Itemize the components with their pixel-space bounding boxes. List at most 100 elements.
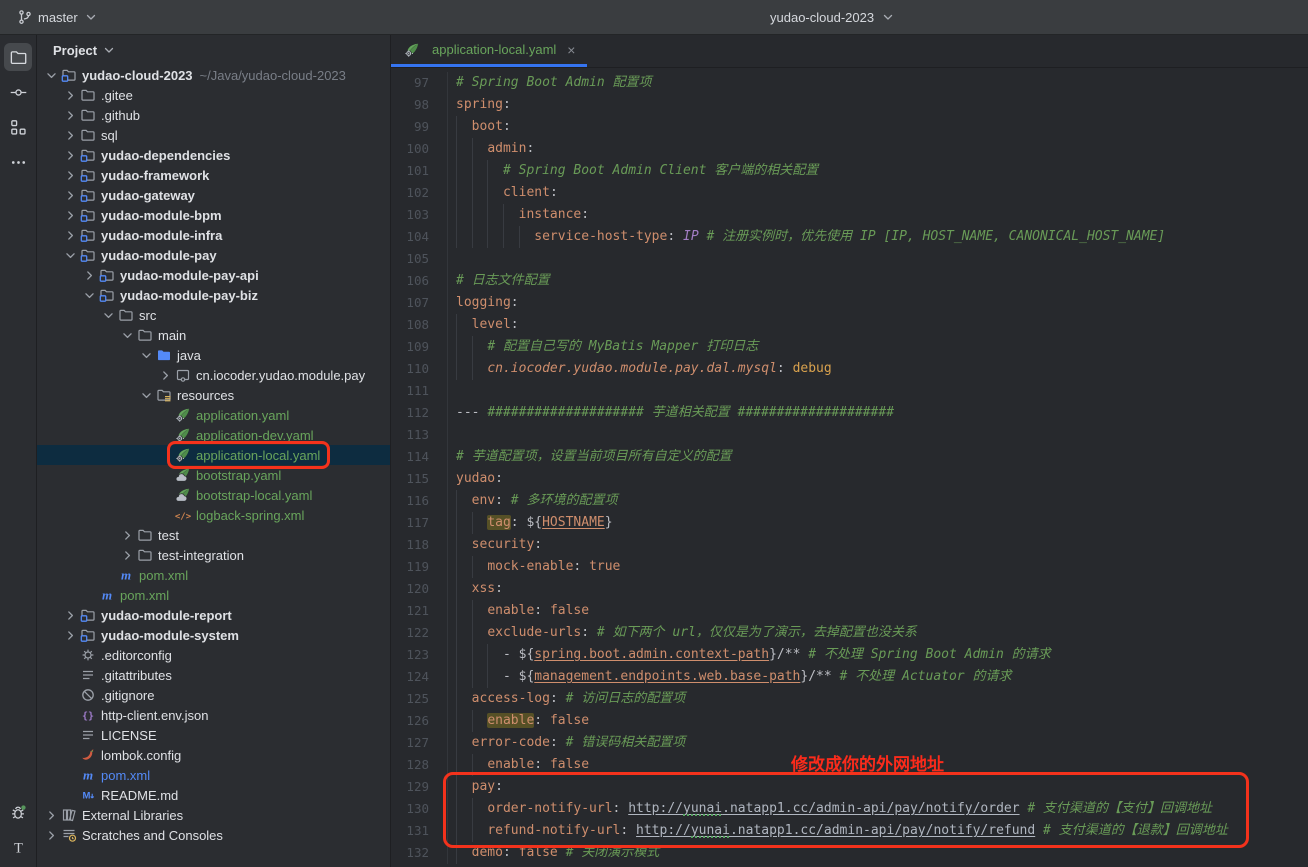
code-line-102[interactable]: 102 client: bbox=[391, 182, 1308, 204]
chevron-right-icon[interactable] bbox=[62, 608, 79, 623]
git-branch-widget[interactable]: master bbox=[10, 6, 106, 28]
chevron-right-icon[interactable] bbox=[62, 228, 79, 243]
tab-application-local-yaml[interactable]: application-local.yaml × bbox=[391, 35, 587, 67]
tree-row-yudao-module-pay-biz[interactable]: yudao-module-pay-biz bbox=[37, 285, 390, 305]
code-line-112[interactable]: 112--- #################### 芋道相关配置 #####… bbox=[391, 402, 1308, 424]
code-line-99[interactable]: 99 boot: bbox=[391, 116, 1308, 138]
code-line-123[interactable]: 123 - ${spring.boot.admin.context-path}/… bbox=[391, 644, 1308, 666]
code-line-105[interactable]: 105 bbox=[391, 248, 1308, 270]
code-line-126[interactable]: 126 enable: false bbox=[391, 710, 1308, 732]
project-panel-header[interactable]: Project bbox=[37, 35, 390, 65]
chevron-right-icon[interactable] bbox=[43, 808, 60, 823]
tree-row-pom.xml[interactable]: mpom.xml bbox=[37, 565, 390, 585]
stripe-project-folder-button[interactable] bbox=[4, 43, 32, 71]
code-line-122[interactable]: 122 exclude-urls: # 如下两个 url，仅仅是为了演示，去掉配… bbox=[391, 622, 1308, 644]
project-selector[interactable]: yudao-cloud-2023 bbox=[770, 0, 896, 34]
code-line-131[interactable]: 131 refund-notify-url: http://yunai.nata… bbox=[391, 820, 1308, 842]
tree-row-readme.md[interactable]: MREADME.md bbox=[37, 785, 390, 805]
chevron-right-icon[interactable] bbox=[62, 188, 79, 203]
tree-row-.gitattributes[interactable]: .gitattributes bbox=[37, 665, 390, 685]
chevron-right-icon[interactable] bbox=[62, 208, 79, 223]
tree-row-logback-spring.xml[interactable]: </>logback-spring.xml bbox=[37, 505, 390, 525]
code-line-109[interactable]: 109 # 配置自己写的 MyBatis Mapper 打印日志 bbox=[391, 336, 1308, 358]
chevron-down-icon[interactable] bbox=[119, 328, 136, 343]
chevron-right-icon[interactable] bbox=[62, 628, 79, 643]
chevron-right-icon[interactable] bbox=[81, 268, 98, 283]
chevron-right-icon[interactable] bbox=[43, 828, 60, 843]
code-line-129[interactable]: 129 pay: bbox=[391, 776, 1308, 798]
code-line-115[interactable]: 115yudao: bbox=[391, 468, 1308, 490]
tree-row-yudao-framework[interactable]: yudao-framework bbox=[37, 165, 390, 185]
code-line-110[interactable]: 110 cn.iocoder.yudao.module.pay.dal.mysq… bbox=[391, 358, 1308, 380]
chevron-right-icon[interactable] bbox=[62, 108, 79, 123]
chevron-right-icon[interactable] bbox=[62, 148, 79, 163]
chevron-right-icon[interactable] bbox=[62, 128, 79, 143]
code-line-130[interactable]: 130 order-notify-url: http://yunai.natap… bbox=[391, 798, 1308, 820]
tree-row-src[interactable]: src bbox=[37, 305, 390, 325]
code-line-117[interactable]: 117 tag: ${HOSTNAME} bbox=[391, 512, 1308, 534]
stripe-structure-button[interactable] bbox=[4, 113, 32, 141]
code-line-101[interactable]: 101 # Spring Boot Admin Client 客户端的相关配置 bbox=[391, 160, 1308, 182]
tree-row-.gitee[interactable]: .gitee bbox=[37, 85, 390, 105]
tree-row-.editorconfig[interactable]: .editorconfig bbox=[37, 645, 390, 665]
chevron-down-icon[interactable] bbox=[81, 288, 98, 303]
tree-row-bootstrap-local.yaml[interactable]: bootstrap-local.yaml bbox=[37, 485, 390, 505]
code-editor[interactable]: 97# Spring Boot Admin 配置项98spring:99 boo… bbox=[391, 68, 1308, 867]
code-line-116[interactable]: 116 env: # 多环境的配置项 bbox=[391, 490, 1308, 512]
chevron-down-icon[interactable] bbox=[138, 348, 155, 363]
code-line-106[interactable]: 106# 日志文件配置 bbox=[391, 270, 1308, 292]
code-line-124[interactable]: 124 - ${management.endpoints.web.base-pa… bbox=[391, 666, 1308, 688]
tree-row-yudao-gateway[interactable]: yudao-gateway bbox=[37, 185, 390, 205]
tree-row-external-libraries[interactable]: External Libraries bbox=[37, 805, 390, 825]
tree-row-lombok.config[interactable]: lombok.config bbox=[37, 745, 390, 765]
code-line-107[interactable]: 107logging: bbox=[391, 292, 1308, 314]
close-icon[interactable]: × bbox=[567, 42, 575, 58]
stripe-commit-button[interactable] bbox=[4, 78, 32, 106]
tree-row-application-local.yaml[interactable]: application-local.yaml bbox=[37, 445, 390, 465]
tree-row-pom.xml[interactable]: mpom.xml bbox=[37, 765, 390, 785]
tree-row-pom.xml[interactable]: mpom.xml bbox=[37, 585, 390, 605]
chevron-right-icon[interactable] bbox=[119, 548, 136, 563]
tree-row-.gitignore[interactable]: .gitignore bbox=[37, 685, 390, 705]
tree-row-main[interactable]: main bbox=[37, 325, 390, 345]
code-line-132[interactable]: 132 demo: false # 关闭演示模式 bbox=[391, 842, 1308, 864]
code-line-111[interactable]: 111 bbox=[391, 380, 1308, 402]
code-line-97[interactable]: 97# Spring Boot Admin 配置项 bbox=[391, 72, 1308, 94]
tree-row-yudao-module-bpm[interactable]: yudao-module-bpm bbox=[37, 205, 390, 225]
code-line-119[interactable]: 119 mock-enable: true bbox=[391, 556, 1308, 578]
code-line-125[interactable]: 125 access-log: # 访问日志的配置项 bbox=[391, 688, 1308, 710]
tree-row-.github[interactable]: .github bbox=[37, 105, 390, 125]
tree-row-application.yaml[interactable]: application.yaml bbox=[37, 405, 390, 425]
chevron-right-icon[interactable] bbox=[157, 368, 174, 383]
tree-row-yudao-module-pay[interactable]: yudao-module-pay bbox=[37, 245, 390, 265]
chevron-right-icon[interactable] bbox=[119, 528, 136, 543]
tree-row-yudao-cloud-2023[interactable]: yudao-cloud-2023~/Java/yudao-cloud-2023 bbox=[37, 65, 390, 85]
tree-row-java[interactable]: java bbox=[37, 345, 390, 365]
code-line-114[interactable]: 114# 芋道配置项，设置当前项目所有自定义的配置 bbox=[391, 446, 1308, 468]
code-line-103[interactable]: 103 instance: bbox=[391, 204, 1308, 226]
tree-row-sql[interactable]: sql bbox=[37, 125, 390, 145]
tree-row-resources[interactable]: resources bbox=[37, 385, 390, 405]
code-line-127[interactable]: 127 error-code: # 错误码相关配置项 bbox=[391, 732, 1308, 754]
tree-row-bootstrap.yaml[interactable]: bootstrap.yaml bbox=[37, 465, 390, 485]
tree-row-test[interactable]: test bbox=[37, 525, 390, 545]
code-line-121[interactable]: 121 enable: false bbox=[391, 600, 1308, 622]
chevron-down-icon[interactable] bbox=[100, 308, 117, 323]
code-line-120[interactable]: 120 xss: bbox=[391, 578, 1308, 600]
chevron-right-icon[interactable] bbox=[62, 88, 79, 103]
tree-row-cn.iocoder.yudao.module.pay[interactable]: cn.iocoder.yudao.module.pay bbox=[37, 365, 390, 385]
chevron-down-icon[interactable] bbox=[138, 388, 155, 403]
tree-row-test-integration[interactable]: test-integration bbox=[37, 545, 390, 565]
tree-row-license[interactable]: LICENSE bbox=[37, 725, 390, 745]
tree-row-yudao-module-infra[interactable]: yudao-module-infra bbox=[37, 225, 390, 245]
stripe-debug-bug-button[interactable] bbox=[4, 798, 32, 826]
code-line-118[interactable]: 118 security: bbox=[391, 534, 1308, 556]
chevron-down-icon[interactable] bbox=[62, 248, 79, 263]
stripe-more-tools-button[interactable] bbox=[4, 148, 32, 176]
tree-row-yudao-module-pay-api[interactable]: yudao-module-pay-api bbox=[37, 265, 390, 285]
code-line-108[interactable]: 108 level: bbox=[391, 314, 1308, 336]
tree-row-scratches-and-consoles[interactable]: Scratches and Consoles bbox=[37, 825, 390, 845]
chevron-down-icon[interactable] bbox=[43, 68, 60, 83]
tree-row-yudao-module-system[interactable]: yudao-module-system bbox=[37, 625, 390, 645]
tree-row-http-client.env.json[interactable]: {}http-client.env.json bbox=[37, 705, 390, 725]
